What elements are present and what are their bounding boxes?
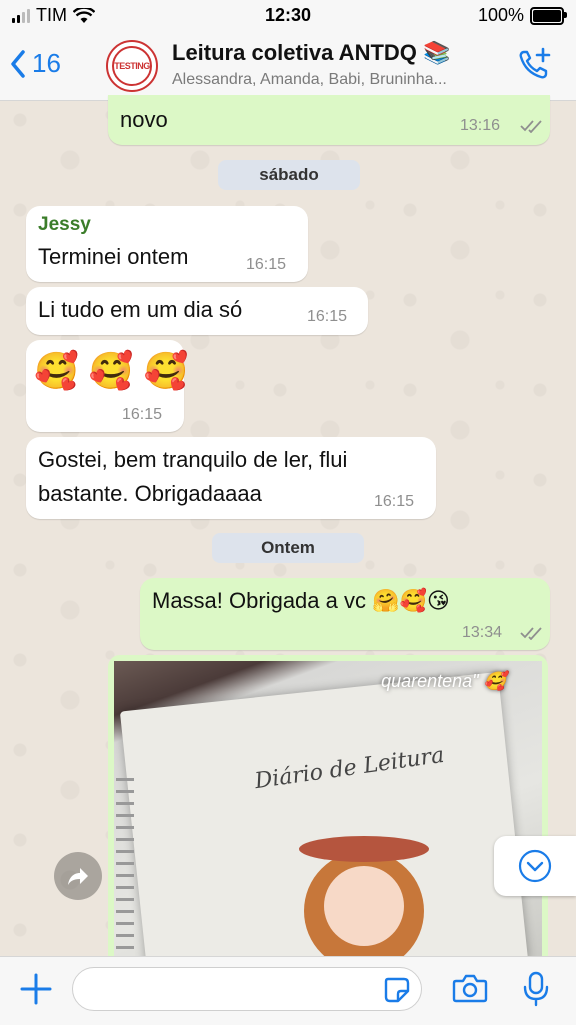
double-check-icon [520,627,542,640]
message-incoming-emoji[interactable]: 🥰 🥰 🥰 16:15 [26,340,188,432]
sticker-icon [384,977,410,1003]
double-check-icon [520,120,542,133]
forward-button[interactable] [54,852,102,900]
battery-icon [530,6,567,25]
message-text: Li tudo em um dia só [38,297,243,322]
chevron-left-icon [11,49,25,78]
add-call-icon [519,47,551,79]
message-text: Massa! Obrigada a vc 🤗🥰😘 [152,588,450,613]
message-input[interactable] [87,968,381,1010]
message-outgoing-photo[interactable]: Diário de Leitura quarentena" 🥰 [108,655,548,956]
date-separator: sábado [218,160,360,190]
illustration-face [324,866,404,946]
message-incoming[interactable]: Gostei, bem tranquilo de ler, flui basta… [26,437,436,519]
camera-button[interactable] [452,973,488,1008]
photo-caption: quarentena" 🥰 [381,671,506,691]
voice-message-button[interactable] [522,971,550,1012]
group-avatar[interactable]: TESTING [106,40,158,92]
group-name[interactable]: Leitura coletiva ANTDQ 📚 [172,40,450,66]
unread-count: 16 [32,48,61,78]
status-bar: TIM 12:30 100% [0,0,576,30]
battery-status: 100% [477,5,567,26]
add-call-button[interactable] [516,46,552,87]
message-text-line: Gostei, bem tranquilo de ler, flui [38,447,348,472]
message-incoming[interactable]: Jessy Terminei ontem 16:15 [26,206,308,282]
message-text: novo [120,107,168,132]
message-text-line: bastante. Obrigadaaaa [38,481,262,506]
notebook-spiral [116,771,134,956]
message-time: 16:15 [122,406,163,423]
message-text: Terminei ontem [38,244,189,269]
photo-thumbnail[interactable]: Diário de Leitura quarentena" 🥰 [114,661,542,956]
battery-percent: 100% [477,5,524,25]
chat-header: 16 TESTING Leitura coletiva ANTDQ 📚 Ales… [0,30,576,101]
camera-icon [452,974,488,1003]
group-members[interactable]: Alessandra, Amanda, Babi, Bruninha... [172,71,447,89]
message-time: 16:15 [374,493,415,510]
message-time: 13:16 [460,117,501,134]
message-incoming[interactable]: Li tudo em um dia só 16:15 [26,287,368,335]
message-time: 16:15 [307,308,348,325]
message-outgoing[interactable]: Massa! Obrigada a vc 🤗🥰😘 13:34 [140,578,550,650]
forward-icon [68,868,88,885]
message-input-wrapper [72,967,422,1011]
message-text: 🥰 🥰 🥰 [34,350,189,391]
sender-name[interactable]: Jessy [38,214,91,236]
message-time: 13:34 [462,624,503,641]
back-button[interactable]: 16 [10,48,61,79]
testing-seal-logo: TESTING [112,46,152,86]
sticker-button[interactable] [383,976,411,1009]
attach-button[interactable] [18,971,54,1012]
plus-icon [20,973,52,1005]
composer-bar [0,956,576,1025]
date-separator: Ontem [212,533,364,563]
scroll-to-bottom-button[interactable] [494,836,576,896]
message-time: 16:15 [246,256,287,273]
mic-icon [523,971,549,1007]
message-outgoing[interactable]: novo 13:16 [108,95,550,145]
chevron-down-icon [518,849,552,883]
illustration-hat [299,836,429,862]
